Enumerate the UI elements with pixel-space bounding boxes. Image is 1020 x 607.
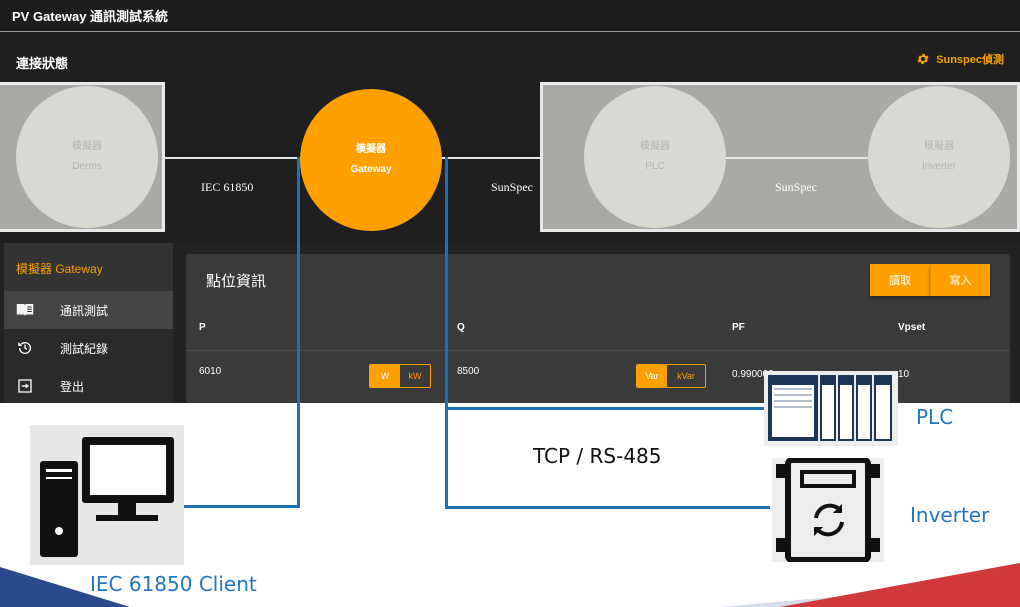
logout-icon [18,379,32,393]
sidebar-item-label: 測試紀錄 [60,341,109,356]
plc-device-icon [764,371,898,446]
sidebar-item-label: 通訊測試 [60,303,109,318]
inverter-label: Inverter [910,503,990,527]
sunspec-detect-label: Sunspec偵測 [936,54,1004,66]
wire-to-plc [445,407,765,410]
plc-node[interactable]: 模擬器 PLC [584,86,726,228]
title-bar: PV Gateway 通訊測試系統 [0,0,1020,32]
inverter-node-line2: Inverter [922,161,956,172]
wire-gateway-client-horizontal [174,505,300,508]
link-plc-inverter [700,157,880,159]
plc-node-line2: PLC [645,161,665,172]
connection-status-label: 連接狀態 [16,56,69,71]
decor-corner-right [780,563,1020,607]
link-protocol-label: TCP / RS-485 [533,444,662,468]
sidebar: 模擬器 Gateway 通訊測試 測試紀錄 登出 [4,243,173,403]
inverter-device-icon [772,458,884,562]
plc-node-line1: 模擬器 [640,141,670,152]
book-icon [16,304,34,316]
table-divider [186,350,1010,351]
wire-gateway-client-vertical [297,157,300,507]
sidebar-item-label: 登出 [60,379,85,394]
gear-icon [917,53,929,65]
column-header-q: Q [457,322,465,333]
panel-actions: 讀取 寫入 [870,264,990,296]
plc-label: PLC [916,405,954,429]
p-unit-kw[interactable]: kW [400,365,430,387]
inverter-node[interactable]: 模擬器 Inverter [868,86,1010,228]
write-button[interactable]: 寫入 [930,264,990,296]
sidebar-item-logout[interactable]: 登出 [4,367,173,403]
app-window: PV Gateway 通訊測試系統 連接狀態 Sunspec偵測 模擬器 Der… [0,0,1020,403]
protocol-right-label: SunSpec [491,180,533,194]
column-header-pf: PF [732,322,745,333]
link-derms-gateway [160,157,305,159]
derms-node-line2: Derms [72,161,102,172]
sidebar-item-comm-test[interactable]: 通訊測試 [4,291,173,329]
stage: PV Gateway 通訊測試系統 連接狀態 Sunspec偵測 模擬器 Der… [0,0,1020,607]
p-unit-toggle[interactable]: W kW [369,364,431,388]
history-icon [18,342,31,354]
q-unit-kvar[interactable]: kVar [667,365,705,387]
derms-node[interactable]: 模擬器 Derms [16,86,158,228]
q-value: 8500 [457,366,480,377]
inverter-node-line1: 模擬器 [924,141,954,152]
wire-gateway-devices-vertical [445,157,448,509]
protocol-left-label: IEC 61850 [201,180,254,194]
sidebar-header: 模擬器 Gateway [4,243,173,291]
connection-status-area: 連接狀態 Sunspec偵測 模擬器 Derms 模擬器 Gateway IEC… [0,33,1020,243]
computer-icon [30,425,184,565]
derms-node-line1: 模擬器 [72,141,102,152]
sidebar-item-test-history[interactable]: 測試紀錄 [4,329,173,367]
decor-corner-left [0,567,130,607]
protocol-inner-label: SunSpec [775,180,817,194]
column-header-p: P [199,322,206,333]
sunspec-detect-button[interactable]: Sunspec偵測 [916,51,1004,67]
p-value: 6010 [199,366,222,377]
q-unit-var[interactable]: Var [637,365,667,387]
gateway-node-line2: Gateway [350,164,392,175]
q-unit-toggle[interactable]: Var kVar [636,364,706,388]
gateway-node-line1: 模擬器 [356,144,386,155]
read-button[interactable]: 讀取 [870,264,930,296]
column-header-vpset: Vpset [898,322,926,333]
panel-title: 點位資訊 [206,273,267,290]
app-title: PV Gateway 通訊測試系統 [12,9,169,24]
vpset-value: 10 [898,369,910,380]
wire-to-inverter [445,506,770,509]
gateway-node[interactable]: 模擬器 Gateway [300,89,442,231]
p-unit-w[interactable]: W [370,365,400,387]
link-gateway-plc [438,157,548,159]
